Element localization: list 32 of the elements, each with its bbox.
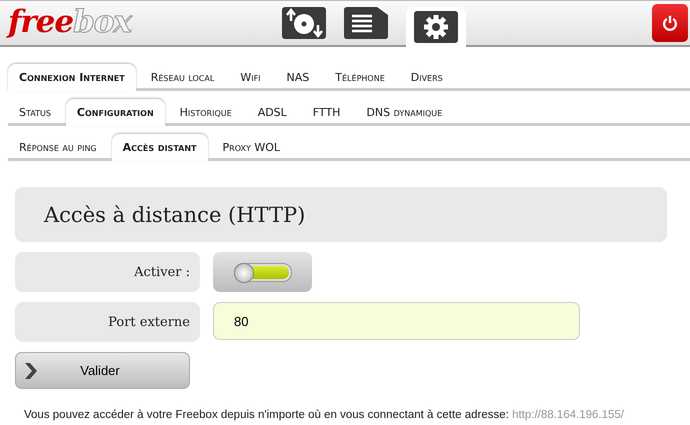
chevron-icon [25, 362, 37, 378]
tab[interactable]: Accès distant [112, 134, 208, 161]
tab[interactable]: Proxy WOL [212, 134, 292, 161]
tab[interactable]: Réponse au ping [8, 134, 108, 161]
submit-button[interactable]: Valider [15, 352, 190, 389]
tab[interactable]: Divers [400, 64, 454, 91]
tab[interactable]: Historique [168, 99, 243, 126]
tab[interactable]: Status [8, 99, 62, 126]
tab[interactable]: NAS [276, 64, 320, 91]
info-text: Vous pouvez accéder à votre Freebox depuis n'importe où en vous connectant à cette adresse: http://88.164.196.155/ [24, 409, 625, 421]
tab[interactable]: FTTH [302, 99, 352, 126]
field-label: Activer : [15, 252, 200, 292]
input-field[interactable]: 80 [213, 302, 580, 340]
document-list-icon [344, 7, 388, 39]
field-label: Port externe [15, 302, 200, 342]
section-title: Accès à distance (HTTP) [44, 202, 306, 226]
tab[interactable]: Wifi [229, 64, 272, 91]
tab[interactable]: Téléphone [324, 64, 396, 91]
disc-arrows-icon [282, 7, 326, 39]
power-icon [661, 14, 679, 32]
tab[interactable]: DNS dynamique [355, 99, 454, 126]
logo: freebox [8, 3, 131, 41]
tab[interactable]: Configuration [66, 99, 165, 126]
tab[interactable]: Réseau local [140, 64, 226, 91]
nav-button[interactable] [344, 6, 388, 40]
tab[interactable]: Connexion Internet [8, 64, 136, 91]
settings-icon [414, 11, 458, 43]
power-button[interactable] [652, 4, 688, 42]
tab[interactable]: ADSL [246, 99, 298, 126]
nav-button[interactable] [406, 7, 466, 47]
toggle-switch[interactable] [213, 252, 312, 292]
nav-button[interactable] [282, 6, 326, 40]
